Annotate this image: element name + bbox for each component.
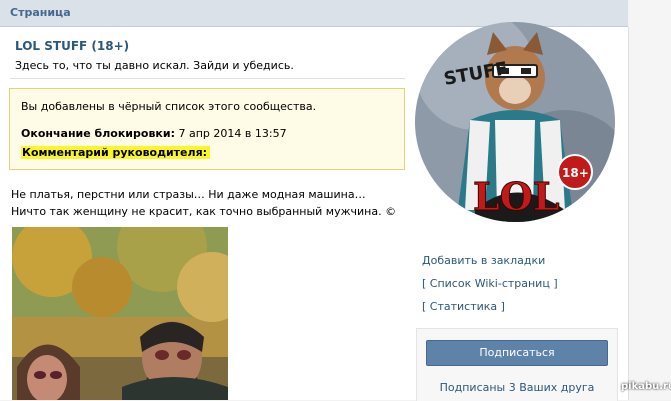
avatar-badge-text: 18+ (562, 166, 589, 180)
ban-end-value: 7 апр 2014 в 13:57 (178, 127, 287, 140)
subscribe-button[interactable]: Подписаться (426, 340, 608, 366)
bookmark-link[interactable]: Добавить в закладки (422, 254, 545, 267)
wiki-pages-link[interactable]: [ Список Wiki-страниц ] (422, 277, 558, 290)
ban-end-row: Окончание блокировки: 7 апр 2014 в 13:57 (21, 127, 287, 140)
ban-comment-row: Комментарий руководителя: (21, 146, 211, 159)
avatar-logo-text: LOL (473, 174, 560, 219)
ban-message: Вы добавлены в чёрный список этого сообщ… (21, 100, 317, 113)
statistics-link[interactable]: [ Статистика ] (422, 300, 505, 313)
subscribe-panel: Подписаться Подписаны 3 Ваших друга (416, 328, 618, 401)
ban-notice: Вы добавлены в чёрный список этого сообщ… (9, 88, 405, 170)
group-avatar-image: STUFF LOL 18+ (415, 22, 615, 222)
group-description: Здесь то, что ты давно искал. Зайди и уб… (15, 59, 294, 72)
group-avatar[interactable]: STUFF LOL 18+ (415, 10, 615, 230)
watermark: pikabu.ru (621, 381, 671, 392)
right-gutter (629, 0, 671, 400)
group-title: LOL STUFF (18+) (15, 39, 130, 53)
divider (10, 78, 405, 79)
page-header-title: Страница (10, 6, 71, 19)
ban-comment-value (208, 146, 211, 159)
friends-subscribed-link[interactable]: Подписаны 3 Ваших друга (417, 381, 617, 394)
post-photo[interactable] (12, 227, 228, 400)
post-text: Не платья, перстни или стразы… Ни даже м… (11, 188, 397, 218)
ban-end-label: Окончание блокировки: (21, 127, 175, 140)
ban-comment-label: Комментарий руководителя: (21, 146, 209, 159)
post-photo-image (12, 227, 228, 400)
